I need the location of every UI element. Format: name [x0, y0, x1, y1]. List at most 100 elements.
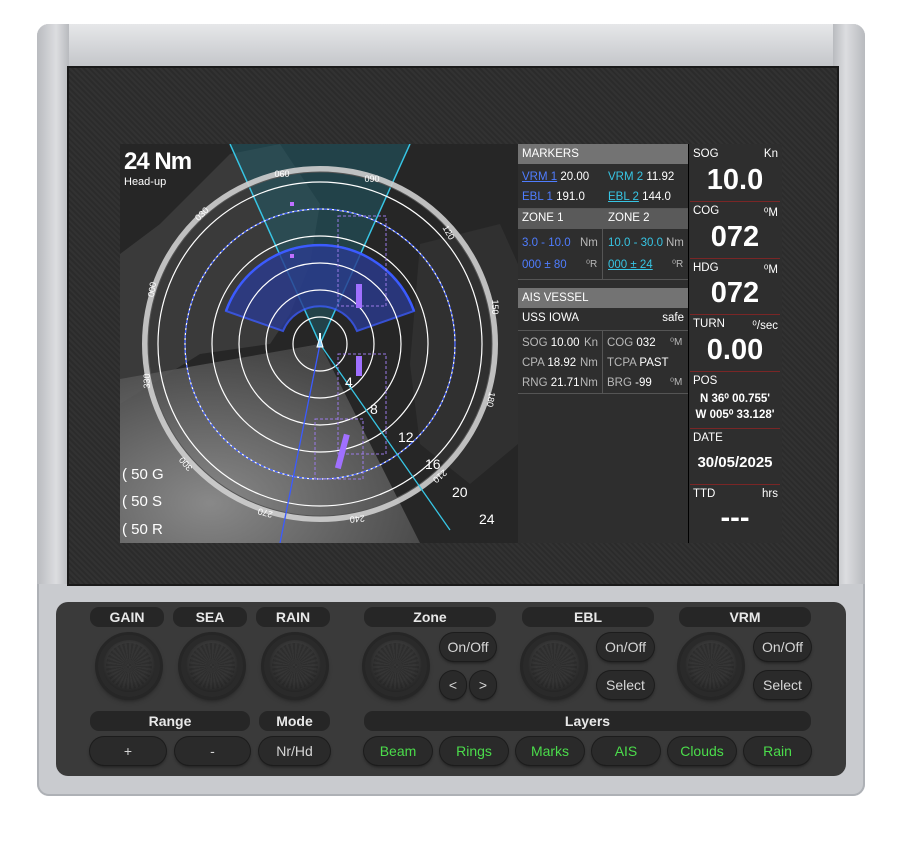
ais-brg-value: -99 [635, 377, 652, 389]
ebl2-label[interactable]: EBL 2 [608, 191, 639, 203]
ais-vessel-name: USS IOWA [522, 312, 580, 324]
ebl-knob[interactable] [523, 635, 585, 697]
radar-screen: 060 090 120 150 180 210 240 270 300 330 … [120, 144, 782, 543]
rain-label: RAIN [256, 607, 330, 627]
cog-label: COG [693, 205, 720, 217]
vrm1-value: 20.00 [560, 171, 590, 183]
range-readout: 24 Nm [124, 148, 192, 175]
ais-rng-value: 21.71 [550, 377, 580, 389]
ring-label: 24 [479, 511, 495, 527]
radar-display[interactable]: 060 090 120 150 180 210 240 270 300 330 … [120, 144, 518, 543]
ring-label: 12 [398, 429, 414, 445]
ais-cog-value: 032 [636, 337, 656, 349]
bearing-label: 060 [274, 169, 289, 179]
zone1-range[interactable]: 3.0 - 10.0 [522, 237, 571, 249]
pos-longitude: W 005⁰ 33.128' [695, 409, 775, 421]
orientation-mode: Head-up [124, 176, 167, 188]
range-label: Range [90, 711, 250, 731]
bearing-label: 240 [349, 513, 365, 524]
rain-readout: ( 50 R [122, 521, 163, 538]
ais-brg-unit: ⁰M [670, 377, 683, 388]
bearing-label: 090 [364, 174, 379, 184]
zone-prev-button[interactable]: < [440, 671, 466, 699]
control-panel: GAIN SEA RAIN Zone EBL VRM On/Off < > On… [56, 602, 846, 776]
layer-clouds-button[interactable]: Clouds [668, 737, 736, 765]
sog-value: 10.0 [706, 164, 764, 196]
ais-sog-label: SOG [522, 337, 548, 349]
zone1-bearing-unit: ⁰R [586, 259, 598, 270]
vrm-knob[interactable] [680, 635, 742, 697]
ais-tcpa-label: TCPA [607, 357, 637, 369]
layer-ais-button[interactable]: AIS [592, 737, 660, 765]
layer-beam-button[interactable]: Beam [364, 737, 432, 765]
zone-knob[interactable] [365, 635, 427, 697]
zone-onoff-button[interactable]: On/Off [440, 633, 496, 661]
mode-button[interactable]: Nr/Hd [259, 737, 330, 765]
markers-section: VRM 1 20.00 VRM 2 11.92 EBL 1 191.0 EBL … [518, 164, 688, 209]
ebl-onoff-button[interactable]: On/Off [597, 633, 654, 661]
zone-next-button[interactable]: > [470, 671, 496, 699]
ttd-value: --- [720, 502, 750, 534]
turn-unit: ⁰/sec [752, 320, 778, 332]
zone1-range-unit: Nm [580, 237, 598, 249]
ais-data: SOG 10.00 Kn COG 032 ⁰M CPA 18.92 Nm TCP… [518, 331, 688, 394]
markers-header: MARKERS [518, 144, 688, 164]
ais-vessel-row[interactable]: USS IOWA safe [518, 308, 688, 331]
ais-sog-value: 10.00 [550, 337, 580, 349]
range-minus-button[interactable]: - [175, 737, 250, 765]
ttd-unit: hrs [762, 488, 778, 500]
zone2-bearing-unit: ⁰R [672, 259, 684, 270]
ebl1-value: 191.0 [556, 191, 585, 203]
layer-rain-button[interactable]: Rain [744, 737, 811, 765]
cog-value: 072 [710, 221, 760, 253]
vrm2-label[interactable]: VRM 2 [608, 171, 643, 183]
sea-knob[interactable] [181, 635, 243, 697]
ais-cpa-value: 18.92 [547, 357, 577, 369]
cog-unit: ⁰M [763, 207, 778, 219]
hdg-box: HDG ⁰M 072 [690, 258, 780, 315]
ais-cog-label: COG [607, 337, 634, 349]
zone1-title: ZONE 1 [522, 212, 564, 224]
vrm-label: VRM [679, 607, 811, 627]
zone1-bearing[interactable]: 000 ± 80 [522, 259, 567, 271]
date-box: DATE 30/05/2025 [690, 428, 780, 485]
ebl-select-button[interactable]: Select [597, 671, 654, 699]
ebl1-label[interactable]: EBL 1 [522, 191, 553, 203]
vrm-onoff-button[interactable]: On/Off [754, 633, 811, 661]
gain-knob[interactable] [98, 635, 160, 697]
ttd-box: TTD hrs --- [690, 484, 780, 542]
layers-label: Layers [364, 711, 811, 731]
vrm1-label[interactable]: VRM 1 [522, 171, 557, 183]
zone2-range-unit: Nm [666, 237, 684, 249]
rain-knob[interactable] [264, 635, 326, 697]
vrm-select-button[interactable]: Select [754, 671, 811, 699]
info-panel: MARKERS VRM 1 20.00 VRM 2 11.92 EBL 1 19… [518, 144, 688, 543]
turn-value: 0.00 [706, 334, 764, 366]
zone2-range[interactable]: 10.0 - 30.0 [608, 237, 663, 249]
ais-cog-unit: ⁰M [670, 337, 683, 348]
hdg-value: 072 [710, 277, 760, 309]
pos-label: POS [693, 375, 718, 387]
gain-label: GAIN [90, 607, 164, 627]
sog-unit: Kn [763, 148, 778, 160]
nav-data-column: SOG Kn 10.0 COG ⁰M 072 HDG ⁰M 072 TURN ⁰… [689, 144, 782, 543]
layer-marks-button[interactable]: Marks [516, 737, 584, 765]
ais-brg-label: BRG [607, 377, 632, 389]
housing-top-rail [37, 24, 865, 68]
sog-box: SOG Kn 10.0 [690, 144, 780, 202]
range-plus-button[interactable]: + [90, 737, 166, 765]
date-value: 30/05/2025 [697, 454, 773, 471]
bearing-label: 330 [142, 373, 152, 388]
turn-label: TURN [693, 318, 725, 330]
pos-box: POS N 36⁰ 00.755' W 005⁰ 33.128' [690, 371, 780, 429]
zone2-bearing[interactable]: 000 ± 24 [608, 259, 653, 271]
hdg-label: HDG [693, 262, 719, 274]
turn-box: TURN ⁰/sec 0.00 [690, 314, 780, 372]
ais-target-echo [356, 284, 362, 308]
housing-left-rail [37, 24, 69, 584]
ttd-label: TTD [693, 488, 716, 500]
ais-header: AIS VESSEL [518, 288, 688, 308]
layer-rings-button[interactable]: Rings [440, 737, 508, 765]
vrm2-value: 11.92 [646, 171, 675, 183]
zones-section: 3.0 - 10.0 Nm 10.0 - 30.0 Nm 000 ± 80 ⁰R… [518, 229, 688, 280]
